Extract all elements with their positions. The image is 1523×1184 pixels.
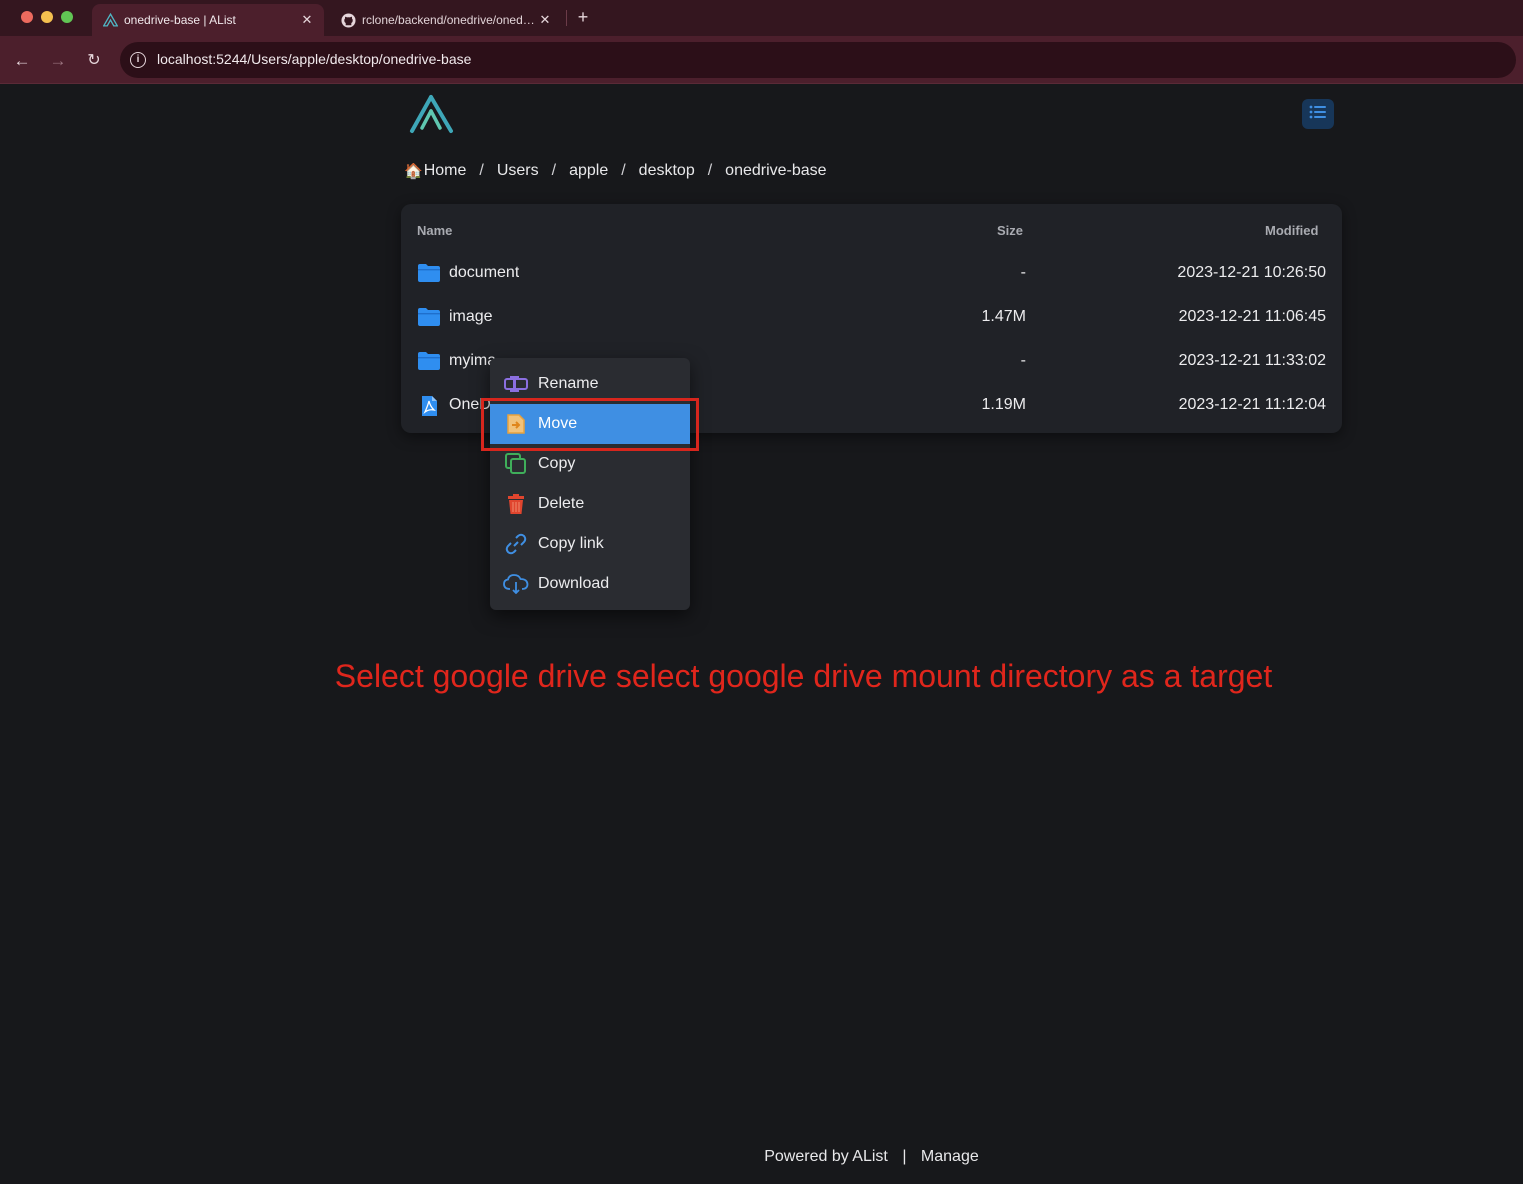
- context-menu-label: Copy: [538, 455, 576, 472]
- footer-powered-by-link[interactable]: Powered by AList: [764, 1148, 888, 1165]
- breadcrumb-separator: /: [551, 162, 557, 179]
- breadcrumb-users[interactable]: Users: [497, 162, 539, 180]
- pdf-file-icon: [417, 395, 441, 416]
- file-modified: 2023-12-21 11:33:02: [1178, 352, 1326, 369]
- context-menu-copy-link[interactable]: Copy link: [490, 524, 690, 564]
- context-menu-download[interactable]: Download: [490, 564, 690, 604]
- alist-logo-icon[interactable]: [408, 94, 454, 134]
- breadcrumb-separator: /: [479, 162, 484, 179]
- annotation-highlight-box: [481, 398, 699, 451]
- column-header-name[interactable]: Name: [417, 223, 452, 238]
- file-name[interactable]: image: [449, 308, 493, 326]
- browser-tab-github[interactable]: rclone/backend/onedrive/onedrive.go ✕: [330, 4, 562, 36]
- window-minimize-button[interactable]: [41, 11, 53, 23]
- file-size: -: [1020, 352, 1026, 369]
- file-modified: 2023-12-21 11:06:45: [1178, 308, 1326, 325]
- tab-title: onedrive-base | AList: [124, 13, 236, 27]
- file-modified: 2023-12-21 10:26:50: [1177, 264, 1326, 281]
- new-tab-button[interactable]: +: [573, 6, 593, 28]
- download-icon: [503, 572, 529, 596]
- column-header-modified[interactable]: Modified: [1265, 223, 1318, 238]
- tab-divider: [566, 10, 567, 26]
- file-modified: 2023-12-21 11:12:04: [1178, 396, 1326, 413]
- copy-icon: [503, 452, 529, 476]
- breadcrumb-onedrive-base[interactable]: onedrive-base: [725, 162, 826, 180]
- context-menu-label: Rename: [538, 375, 599, 392]
- file-size: -: [1020, 264, 1026, 281]
- list-menu-button[interactable]: [1302, 99, 1334, 129]
- delete-icon: [503, 492, 529, 516]
- context-menu-label: Copy link: [538, 535, 604, 552]
- close-icon[interactable]: ✕: [536, 12, 554, 28]
- reload-icon[interactable]: ↻: [82, 50, 106, 72]
- forward-arrow-icon[interactable]: →: [46, 50, 70, 72]
- breadcrumb-desktop[interactable]: desktop: [639, 162, 695, 180]
- file-name[interactable]: document: [449, 264, 519, 282]
- footer: Powered by AList | Manage: [0, 1148, 1523, 1166]
- footer-separator: |: [902, 1148, 907, 1165]
- file-row-image[interactable]: image 1.47M 2023-12-21 11:06:45: [401, 295, 1342, 339]
- breadcrumb-separator: /: [621, 162, 626, 179]
- site-info-icon[interactable]: i: [130, 52, 146, 68]
- context-menu-label: Download: [538, 575, 610, 592]
- tab-title: rclone/backend/onedrive/onedrive.go: [362, 13, 536, 27]
- alist-logo-icon: [102, 12, 118, 28]
- file-size: 1.19M: [981, 396, 1026, 413]
- context-menu-label: Delete: [538, 495, 585, 512]
- context-menu-delete[interactable]: Delete: [490, 484, 690, 524]
- breadcrumb: 🏠 Home / Users / apple / desktop / onedr…: [404, 162, 827, 180]
- breadcrumb-home[interactable]: Home: [424, 162, 467, 180]
- file-size: 1.47M: [981, 308, 1026, 325]
- folder-icon: [417, 307, 441, 327]
- breadcrumb-apple[interactable]: apple: [569, 162, 608, 180]
- file-row-document[interactable]: document - 2023-12-21 10:26:50: [401, 251, 1342, 295]
- folder-icon: [417, 263, 441, 283]
- breadcrumb-separator: /: [707, 162, 713, 179]
- list-icon: [1309, 104, 1327, 125]
- close-icon[interactable]: ✕: [298, 12, 316, 28]
- address-bar-url[interactable]: localhost:5244/Users/apple/desktop/onedr…: [157, 51, 471, 67]
- window-zoom-button[interactable]: [61, 11, 73, 23]
- back-arrow-icon[interactable]: ←: [10, 50, 34, 72]
- toolbar-divider: [0, 83, 1523, 84]
- home-icon[interactable]: 🏠: [404, 162, 423, 180]
- folder-icon: [417, 351, 441, 371]
- column-header-size[interactable]: Size: [997, 223, 1023, 238]
- annotation-text: Select google drive select google drive …: [334, 658, 1273, 694]
- browser-tab-alist[interactable]: onedrive-base | AList ✕: [92, 4, 324, 36]
- github-icon: [340, 12, 356, 28]
- footer-manage-link[interactable]: Manage: [921, 1148, 979, 1165]
- rename-icon: [503, 372, 529, 396]
- window-close-button[interactable]: [21, 11, 33, 23]
- link-icon: [503, 532, 529, 556]
